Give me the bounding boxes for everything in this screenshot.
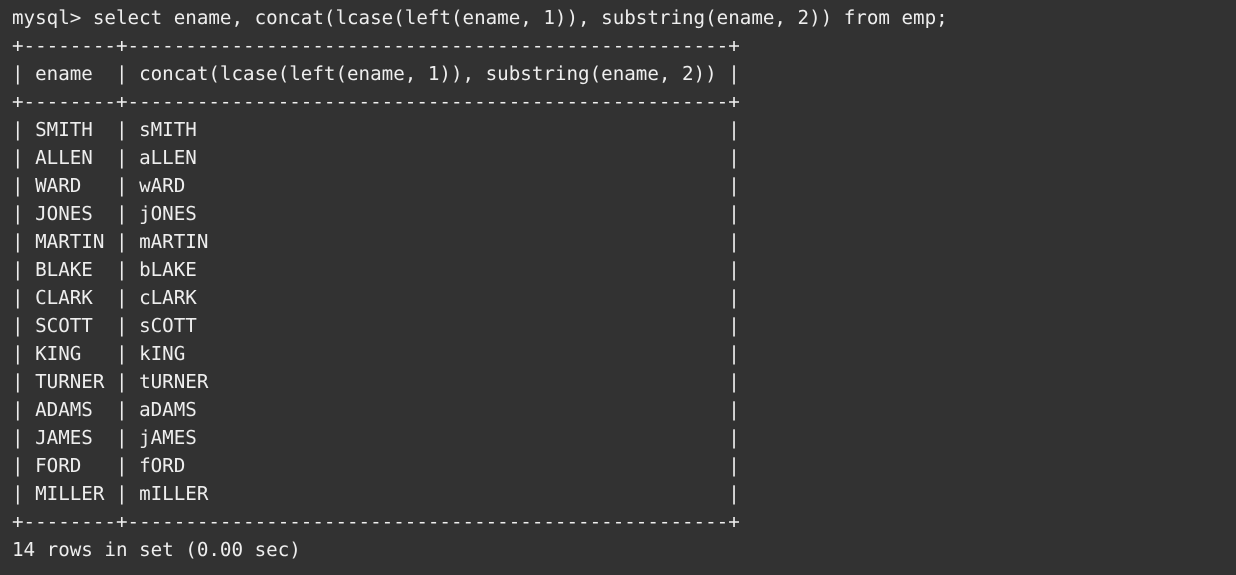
table-row: | BLAKE | bLAKE | — [12, 258, 740, 281]
table-row: | JAMES | jAMES | — [12, 426, 740, 449]
terminal-window[interactable]: mysql> select ename, concat(lcase(left(e… — [0, 0, 1236, 575]
table-header-separator: +--------+------------------------------… — [12, 90, 740, 113]
table-row: | JONES | jONES | — [12, 202, 740, 225]
table-row: | WARD | wARD | — [12, 174, 740, 197]
prompt-line: mysql> select ename, concat(lcase(left(e… — [12, 6, 948, 29]
table-row: | MARTIN | mARTIN | — [12, 230, 740, 253]
table-bottom-border: +--------+------------------------------… — [12, 510, 740, 533]
table-row: | CLARK | cLARK | — [12, 286, 740, 309]
table-row: | ALLEN | aLLEN | — [12, 146, 740, 169]
table-row: | ADAMS | aDAMS | — [12, 398, 740, 421]
table-top-border: +--------+------------------------------… — [12, 34, 740, 57]
table-row: | KING | kING | — [12, 342, 740, 365]
result-summary: 14 rows in set (0.00 sec) — [12, 538, 301, 561]
table-row: | FORD | fORD | — [12, 454, 740, 477]
table-row: | TURNER | tURNER | — [12, 370, 740, 393]
table-row: | SMITH | sMITH | — [12, 118, 740, 141]
table-row: | MILLER | mILLER | — [12, 482, 740, 505]
table-header-row: | ename | concat(lcase(left(ename, 1)), … — [12, 62, 740, 85]
table-row: | SCOTT | sCOTT | — [12, 314, 740, 337]
